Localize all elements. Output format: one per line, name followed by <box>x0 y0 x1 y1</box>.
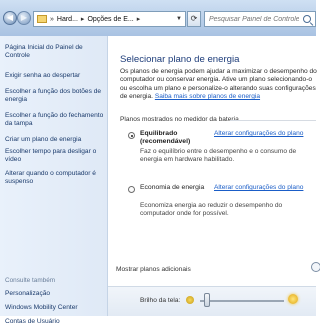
brightness-bar: Brilho da tela: <box>108 286 316 316</box>
sidebar-link-sleep[interactable]: Alterar quando o computador é suspenso <box>5 170 105 186</box>
search-icon[interactable] <box>303 15 311 23</box>
sidebar-link-display-off[interactable]: Escolher tempo para desligar o vídeo <box>5 148 105 164</box>
control-panel-icon <box>37 15 47 23</box>
address-field[interactable]: » Hard... ▸ Opções de E... ▸ ▼ <box>33 11 186 27</box>
plan-power-saver-description: Economiza energia ao reduzir o desempenh… <box>140 202 283 218</box>
intro-text: Os planos de energia podem ajudar a maxi… <box>120 68 320 102</box>
plan-balanced-radio[interactable] <box>128 132 135 139</box>
brightness-slider-thumb[interactable] <box>204 293 211 307</box>
page-title: Selecionar plano de energia <box>120 54 240 65</box>
search-input[interactable] <box>209 13 299 25</box>
sidebar-link-require-password[interactable]: Exigir senha ao despertar <box>5 72 105 80</box>
search-box[interactable] <box>204 11 316 27</box>
breadcrumb-separator-icon: ▸ <box>80 16 85 23</box>
sidebar: Página Inicial do Painel de Controle Exi… <box>0 36 108 325</box>
back-button[interactable]: ◀ <box>3 11 17 25</box>
plan-balanced-description: Faz o equilíbrio entre o desempenho e o … <box>140 148 297 164</box>
forward-arrow-icon: ▶ <box>20 13 28 22</box>
show-more-plans-label[interactable]: Mostrar planos adicionais <box>116 266 191 273</box>
plan-power-saver-settings-link[interactable]: Alterar configurações do plano <box>214 184 303 191</box>
chevron-down-icon[interactable]: ▼ <box>176 12 182 26</box>
learn-more-link[interactable]: Saiba mais sobre planos de energia <box>155 93 260 100</box>
forward-button[interactable]: ▶ <box>17 11 31 25</box>
sidebar-home-link[interactable]: Página Inicial do Painel de Controle <box>5 44 105 60</box>
brightness-low-icon <box>186 296 194 304</box>
plan-power-saver-radio[interactable] <box>128 186 135 193</box>
breadcrumb-hardware[interactable]: Hard... <box>57 16 78 23</box>
breadcrumb-separator-icon: ▸ <box>136 16 141 23</box>
plan-balanced-name[interactable]: Equilibrado (recomendável) <box>140 130 210 147</box>
expand-more-plans-button[interactable] <box>311 262 320 272</box>
sidebar-link-power-buttons[interactable]: Escolher a função dos botões de energia <box>5 88 105 104</box>
see-also-personalization[interactable]: Personalização <box>5 290 105 298</box>
see-also-user-accounts[interactable]: Contas de Usuário <box>5 318 105 326</box>
see-also-heading: Consulte também <box>5 277 56 284</box>
see-also-mobility-center[interactable]: Windows Mobility Center <box>5 304 105 312</box>
main-content: Selecionar plano de energia Os planos de… <box>108 36 320 316</box>
sidebar-link-lid-close[interactable]: Escolher a função do fechamento da tampa <box>5 112 105 128</box>
address-bar-area: ◀ ▶ » Hard... ▸ Opções de E... ▸ ▼ ⟳ <box>0 0 316 36</box>
brightness-label: Brilho da tela: <box>140 297 181 304</box>
section-label: Planos mostrados no medidor da bateria <box>120 116 316 123</box>
sidebar-link-create-plan[interactable]: Criar um plano de energia <box>5 136 105 144</box>
brightness-slider-track[interactable] <box>200 300 284 302</box>
breadcrumb-separator-icon: » <box>50 15 54 23</box>
breadcrumb-power-options[interactable]: Opções de E... <box>87 16 133 23</box>
refresh-button[interactable]: ⟳ <box>187 11 201 27</box>
back-arrow-icon: ◀ <box>6 13 14 22</box>
plan-power-saver-name[interactable]: Economia de energia <box>140 184 210 192</box>
plan-balanced-settings-link[interactable]: Alterar configurações do plano <box>214 130 303 137</box>
brightness-high-icon <box>288 294 298 304</box>
